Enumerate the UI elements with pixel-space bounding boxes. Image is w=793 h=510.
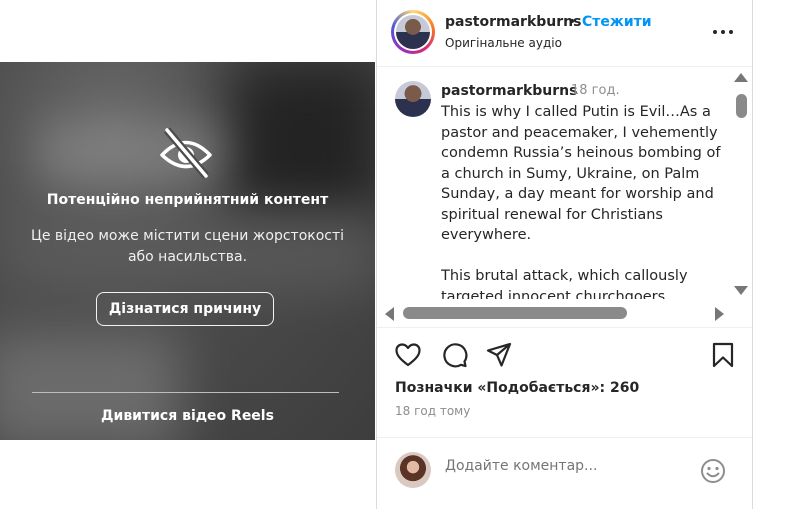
caption-text: This is why I called Putin is Evil…As a …	[441, 104, 721, 299]
avatar[interactable]	[395, 81, 431, 117]
story-ring[interactable]	[391, 10, 435, 54]
avatar	[396, 15, 430, 49]
avatar	[395, 452, 431, 488]
warning-title: Потенційно неприйнятний контент	[46, 192, 329, 208]
comment-icon[interactable]	[440, 341, 468, 369]
divider	[32, 392, 339, 393]
post-time-ago: 18 год тому	[395, 404, 471, 418]
separator-dot: •	[568, 14, 577, 30]
watch-reels-button[interactable]: Дивитися відео Reels	[0, 408, 375, 424]
comment-input[interactable]	[445, 458, 685, 474]
actions-divider	[377, 327, 752, 329]
heart-icon[interactable]	[394, 341, 422, 369]
caption-time: 18 год.	[571, 83, 620, 98]
sensitive-video[interactable]: Потенційно неприйнятний контент Це відео…	[0, 62, 375, 440]
caption-area: pastormarkburns 18 год. This is why I ca…	[377, 67, 753, 327]
post-panel: pastormarkburns • Стежити Оригінальне ау…	[376, 0, 753, 509]
caption-username[interactable]: pastormarkburns	[441, 83, 577, 99]
warning-description: Це відео може містити сцени жорстокості …	[30, 228, 345, 265]
post-header: pastormarkburns • Стежити Оригінальне ау…	[377, 0, 752, 67]
more-horizontal-icon[interactable]	[711, 22, 735, 42]
scroll-down-arrow[interactable]	[734, 286, 748, 295]
vertical-scrollbar-thumb[interactable]	[736, 94, 747, 118]
learn-why-button[interactable]: Дізнатися причину	[96, 292, 274, 326]
eye-slash-icon	[160, 127, 212, 179]
header-username[interactable]: pastormarkburns	[445, 14, 581, 30]
comment-bar	[377, 437, 752, 510]
emoji-icon[interactable]	[699, 457, 727, 485]
scroll-right-arrow[interactable]	[715, 307, 724, 321]
bookmark-icon[interactable]	[709, 341, 737, 369]
scroll-left-arrow[interactable]	[385, 307, 394, 321]
audio-label[interactable]: Оригінальне аудіо	[445, 36, 562, 50]
scroll-up-arrow[interactable]	[734, 73, 748, 82]
horizontal-scrollbar	[377, 301, 733, 327]
horizontal-scrollbar-thumb[interactable]	[403, 307, 627, 319]
follow-button[interactable]: Стежити	[582, 14, 652, 30]
likes-count[interactable]: Позначки «Подобається»: 260	[395, 380, 639, 396]
share-icon[interactable]	[485, 341, 513, 369]
